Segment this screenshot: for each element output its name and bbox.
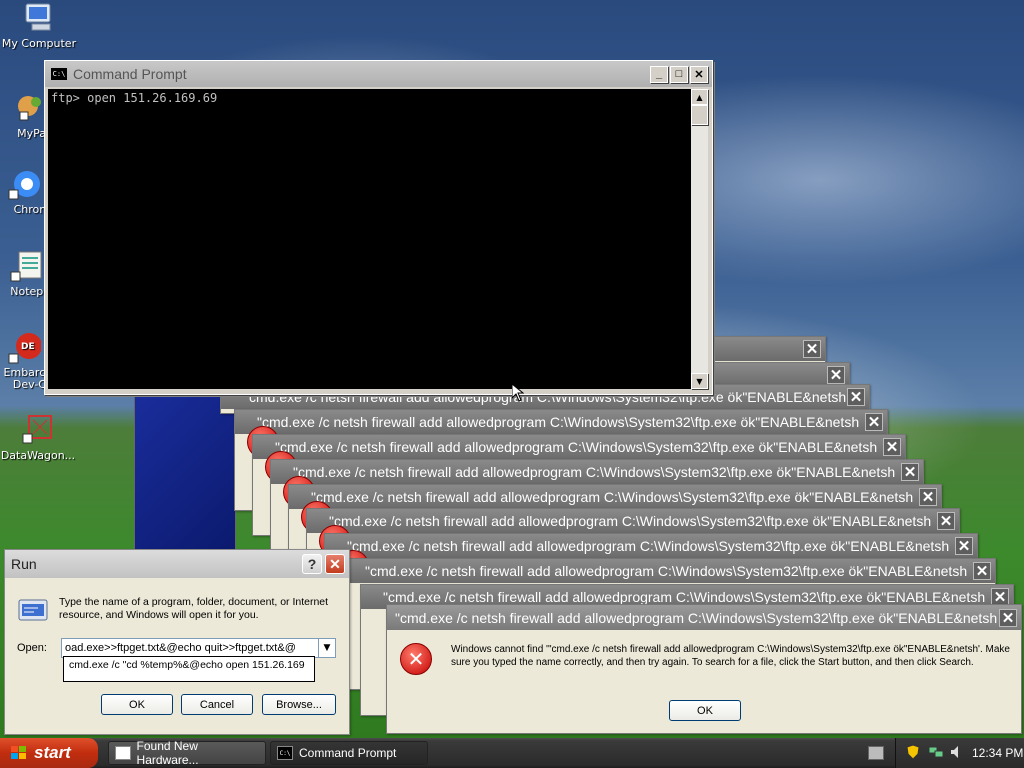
scrollbar[interactable]: ▲ ▼ [691,89,708,389]
close-icon[interactable]: ✕ [865,413,883,431]
error-dialog-title: "cmd.exe /c netsh firewall add allowedpr… [293,464,896,480]
datawagon-icon [21,414,55,446]
console-output[interactable]: ftp> open 151.26.169.69 [48,89,691,389]
window-title: Command Prompt [73,66,187,82]
open-label: Open: [17,642,47,654]
ok-button[interactable]: OK [669,700,741,721]
error-dialog-title: "cmd.exe /c netsh firewall add allowedpr… [347,538,950,554]
desktop-icon-my-computer[interactable]: My Computer [0,2,78,50]
desktop-icon-datawagon[interactable]: DataWagon... [0,414,76,462]
maximize-button[interactable]: □ [670,65,688,83]
scroll-down-icon[interactable]: ▼ [691,373,708,389]
scroll-up-icon[interactable]: ▲ [691,89,708,105]
console-line: ftp> open 151.26.169.69 [51,91,218,105]
close-icon[interactable]: ✕ [803,340,821,358]
help-button[interactable]: ? [302,554,322,574]
desktop-icon-label: DataWagon... [0,449,76,462]
close-icon[interactable]: ✕ [999,608,1017,627]
error-dialog-title: "cmd.exe /c netsh firewall add allowedpr… [383,589,986,605]
close-icon[interactable]: ✕ [919,488,937,506]
task-label: Found New Hardware... [136,739,199,767]
minimize-button[interactable]: _ [650,65,668,83]
ok-button[interactable]: OK [101,694,173,715]
error-dialog-title: "cmd.exe /c netsh firewall add allowedpr… [395,609,998,626]
run-dialog: Run ? ✕ Type the name of a program, fold… [4,549,350,735]
keyboard-icon[interactable] [868,746,884,760]
network-icon[interactable] [928,745,944,762]
window-icon [115,746,131,760]
close-icon[interactable]: ✕ [883,438,901,456]
chevron-down-icon[interactable]: ▼ [318,639,335,657]
browse-button[interactable]: Browse... [262,694,336,715]
run-icon [17,596,51,627]
close-button[interactable]: ✕ [325,554,345,574]
run-description: Type the name of a program, folder, docu… [59,596,329,621]
error-dialog-title: "cmd.exe /c netsh firewall add allowedpr… [311,489,914,505]
system-tray: 12:34 PM [895,738,1024,768]
computer-icon [22,2,56,34]
error-dialog-title: "cmd.exe /c netsh firewall add allowedpr… [329,513,932,529]
security-shield-icon[interactable] [906,743,920,763]
scroll-thumb[interactable] [691,105,708,125]
error-message: Windows cannot find '"cmd.exe /c netsh f… [451,644,1010,668]
close-icon[interactable]: ✕ [827,366,845,384]
autocomplete-item[interactable]: cmd.exe /c "cd %temp%&@echo open 151.26.… [69,659,305,671]
error-dialog-title: "cmd.exe /c netsh firewall add allowedpr… [257,414,860,430]
cmd-icon: C:\ [277,746,293,760]
close-button[interactable]: ✕ [690,65,708,83]
notepad-icon [9,250,43,282]
close-icon[interactable]: ✕ [901,463,919,481]
window-title: Run [11,556,37,572]
clock[interactable]: 12:34 PM [972,746,1023,760]
mouse-cursor-icon [511,382,525,405]
autocomplete-dropdown[interactable]: cmd.exe /c "cd %temp%&@echo open 151.26.… [63,656,315,682]
desktop-icon-label: My Computer [1,37,77,50]
error-dialog-title: "cmd.exe /c netsh firewall add allowedpr… [365,563,968,579]
task-label: Command Prompt [299,746,397,760]
windows-logo-icon [10,745,28,761]
error-dialog-front: "cmd.exe /c netsh firewall add allowedpr… [386,604,1022,734]
open-input[interactable]: oad.exe>>ftpget.txt&@echo quit>>ftpget.t… [62,642,318,654]
volume-icon[interactable] [950,745,964,762]
chrome-icon [7,168,41,200]
cancel-button[interactable]: Cancel [181,694,253,715]
desktop: My Computer MyPa Chrom Notepa DE Embarca… [0,0,1024,738]
start-label: start [34,743,71,762]
mypaint-icon [14,92,48,124]
close-icon[interactable]: ✕ [847,388,865,406]
taskbar-button-found-new-hardware[interactable]: Found New Hardware... [108,739,266,767]
close-icon[interactable]: ✕ [955,537,973,555]
error-dialog-title: "cmd.exe /c netsh firewall add allowedpr… [275,439,878,455]
svg-text:DE: DE [21,342,35,352]
command-prompt-window: C:\ Command Prompt _ □ ✕ ftp> open 151.2… [44,60,713,395]
embarcadero-icon: DE [7,332,42,364]
background-window [134,390,236,550]
close-icon[interactable]: ✕ [973,562,991,580]
open-combobox[interactable]: oad.exe>>ftpget.txt&@echo quit>>ftpget.t… [61,638,336,658]
cmd-icon: C:\ [51,68,67,80]
taskbar: start Found New Hardware... C:\ Command … [0,738,1024,768]
start-button[interactable]: start [0,738,98,768]
taskbar-button-command-prompt[interactable]: C:\ Command Prompt [270,741,428,765]
error-icon: ✕ [400,643,432,675]
close-icon[interactable]: ✕ [937,512,955,530]
